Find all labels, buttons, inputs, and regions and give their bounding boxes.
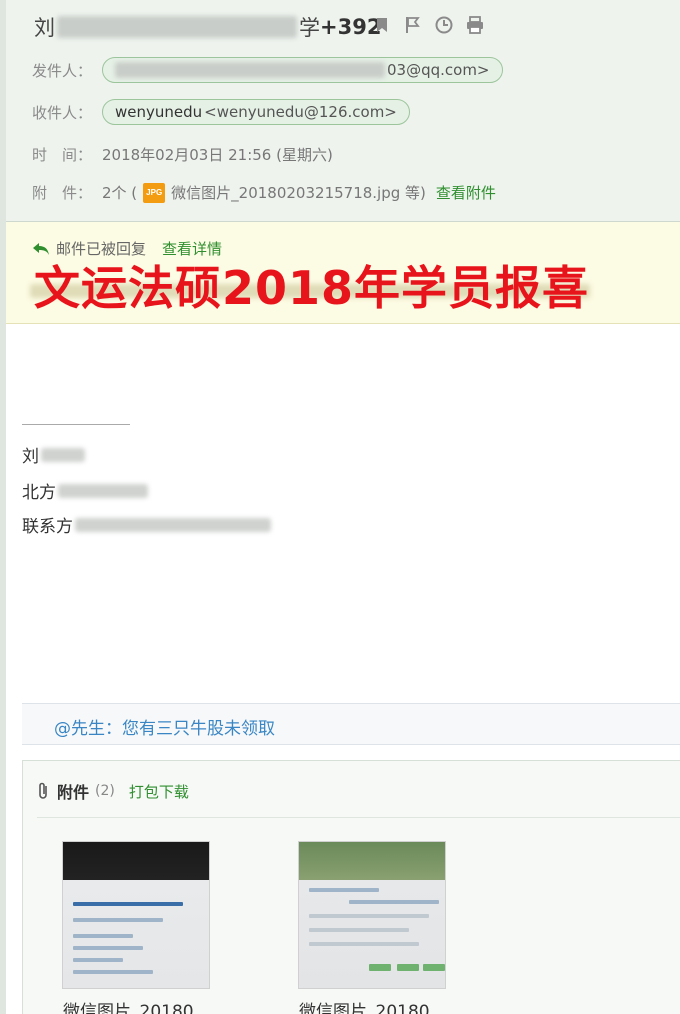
paperclip-icon [39,782,47,799]
attachments-header: 附件 (2) 打包下载 [37,779,189,803]
ad-strip: @先生：您有三只牛股未领取 [22,703,680,745]
attachment-thumbnail[interactable] [298,841,446,989]
view-details-link[interactable]: 查看详情 [162,238,222,259]
attach-filename[interactable]: 微信图片_20180203215718.jpg 等) [171,182,426,203]
signature-name: 刘 [22,442,85,467]
ad-link[interactable]: @先生：您有三只牛股未领取 [54,714,275,739]
reply-notice: 邮件已被回复 查看详情 文运法硕2018年学员报喜 [6,222,680,324]
time-label: 时 间： [32,146,93,164]
sender-redacted [115,62,385,78]
bookmark-icon[interactable] [372,14,392,36]
signature-org-text: 北方 [22,483,56,503]
attachments-title: 附件 [57,783,90,802]
signature-divider [22,424,130,425]
sender-pill[interactable]: 03@qq.com> [102,57,503,83]
mail-body: 刘 北方 联系方 [6,324,680,702]
attachments-panel: 附件 (2) 打包下载 微信图片_20180 微信图片_20180 [22,760,680,1014]
time-value: 2018年02月03日 21:56 (星期六) [102,146,333,164]
reply-arrow-icon [33,242,49,255]
attachment-label[interactable]: 微信图片_20180 [63,997,194,1014]
time-row: 时 间： 2018年02月03日 21:56 (星期六) [32,144,333,165]
download-all-link[interactable]: 打包下载 [129,781,189,802]
replied-status: 邮件已被回复 查看详情 [32,238,222,259]
signature-contact: 联系方 [22,512,271,537]
recipient-name: wenyunedu [115,103,203,121]
signature-org: 北方 [22,478,148,503]
from-row: 发件人： 03@qq.com> [32,57,503,83]
jpg-file-icon: JPG [143,182,166,203]
attach-label: 附 件： [32,184,93,202]
to-row: 收件人： wenyunedu <wenyunedu@126.com> [32,99,410,125]
attach-count: 2个 ( [102,184,138,202]
signature-org-redacted [58,483,148,498]
subject-prefix: 刘 [34,16,55,40]
recipient-address: <wenyunedu@126.com> [204,103,397,121]
attach-row: 附 件： 2个 ( JPG 微信图片_20180203215718.jpg 等)… [32,182,496,203]
flag-icon[interactable] [403,14,423,36]
view-attachments-link[interactable]: 查看附件 [436,182,496,203]
attachment-label[interactable]: 微信图片_20180 [299,997,430,1014]
mail-subject: 刘 学 +392 [34,12,381,42]
signature-contact-redacted [75,517,271,532]
mail-header: 刘 学 +392 发件人： 03@qq.com> 收件人： wenyunedu … [6,0,680,222]
sender-address-tail: 03@qq.com> [387,61,490,79]
from-label: 发件人： [32,61,93,80]
recipient-pill[interactable]: wenyunedu <wenyunedu@126.com> [102,99,410,125]
to-label: 收件人： [32,103,93,122]
replied-text: 邮件已被回复 [56,240,147,258]
promo-banner-text: 文运法硕2018年学员报喜 [34,261,590,315]
clock-icon[interactable] [434,14,454,36]
print-icon[interactable] [465,14,485,36]
signature-name-redacted [41,447,85,462]
mail-toolbar [372,14,485,36]
signature-contact-text: 联系方 [22,517,73,537]
signature-name-text: 刘 [22,447,39,467]
subject-redacted [57,16,297,38]
attachments-count: (2) [95,783,115,799]
attachment-thumbnail[interactable] [62,841,210,989]
attachments-divider [37,817,680,818]
subject-suffix: 学 [299,16,320,40]
